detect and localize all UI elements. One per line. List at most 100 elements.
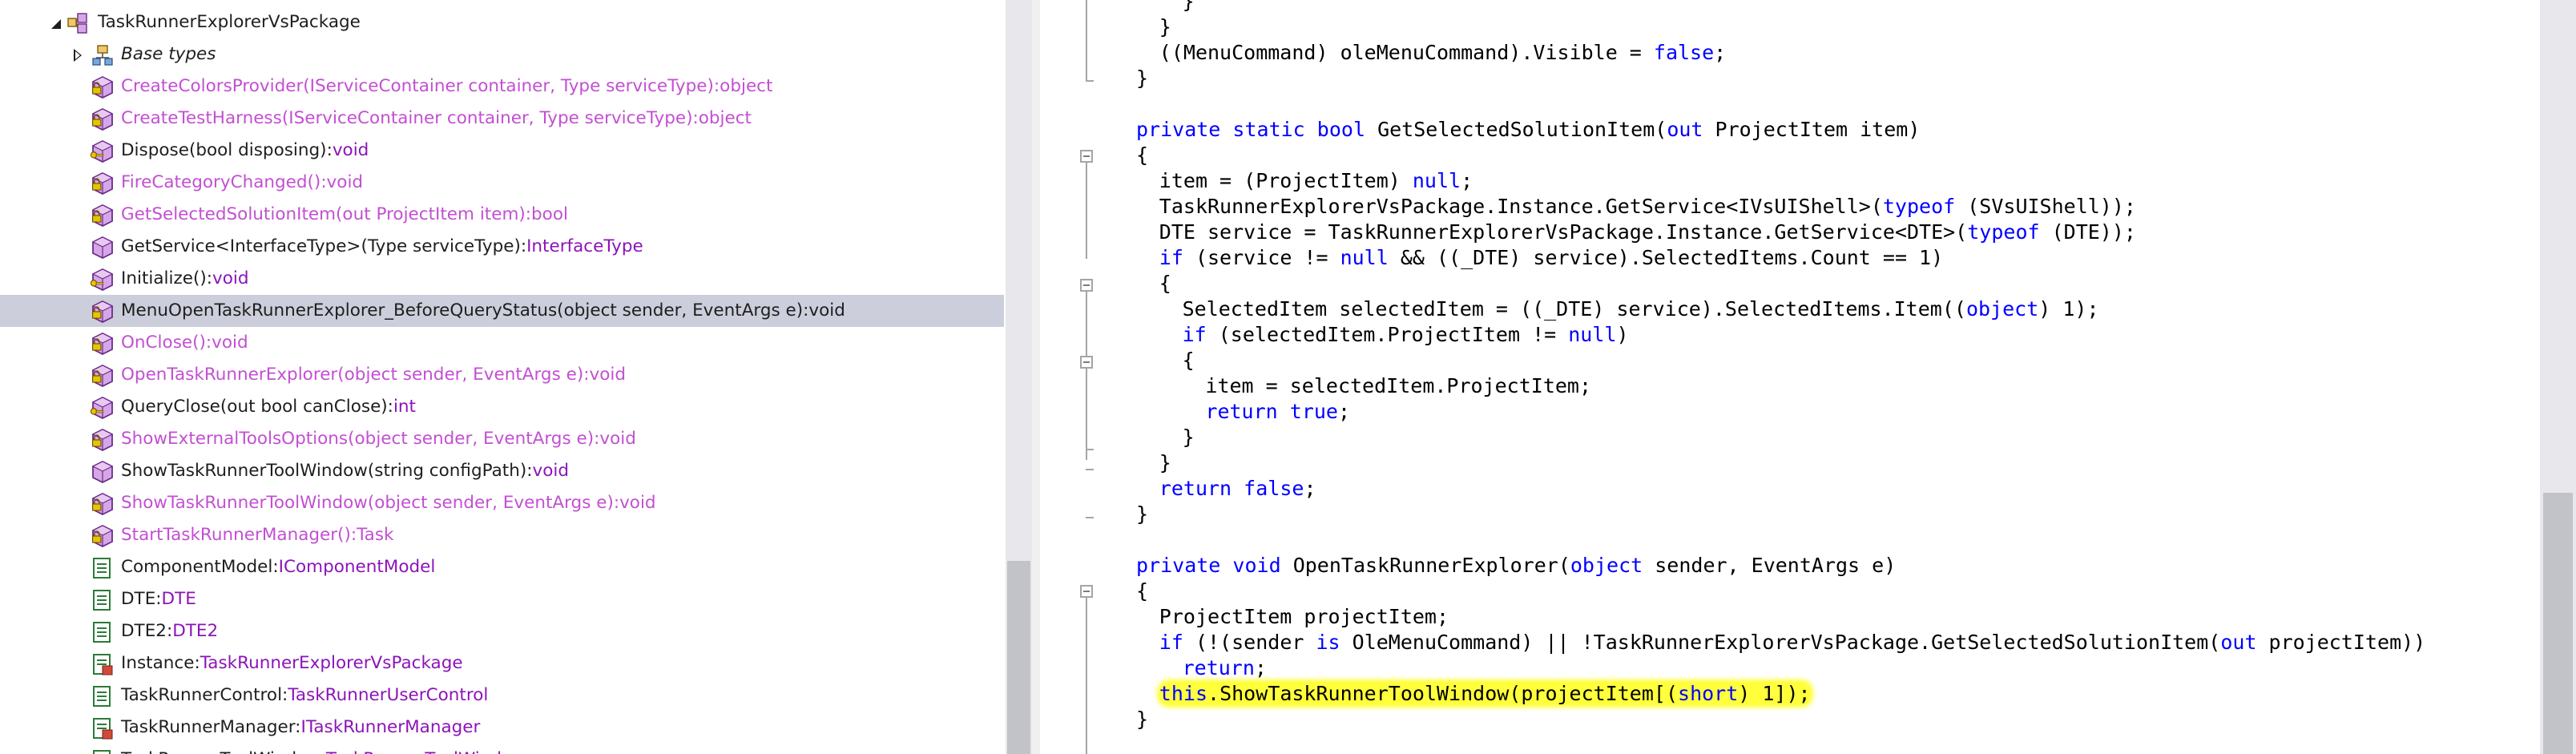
tree-row[interactable]: QueryClose(out bool canClose):int	[0, 391, 1004, 423]
code-keyword: typeof	[1882, 195, 1956, 218]
code-scrollbar-thumb[interactable]	[2543, 493, 2573, 754]
outline-guide	[1086, 0, 1087, 80]
outline-guide	[1086, 469, 1094, 470]
code-line: {	[1183, 348, 1195, 373]
tree-row-label: GetService<InterfaceType>(Type serviceTy…	[121, 231, 643, 263]
collapse-block-icon[interactable]	[1080, 279, 1093, 292]
tree-row-label: ShowExternalToolsOptions(object sender, …	[121, 423, 636, 455]
code-token: projectItem))	[2256, 631, 2426, 654]
label-segment: QueryClose(out bool canClose):	[121, 397, 393, 417]
code-line: return;	[1183, 655, 1267, 681]
tree-row-label: Initialize():void	[121, 263, 249, 295]
code-keyword: private	[1136, 118, 1221, 141]
tree-scrollbar-thumb[interactable]	[1007, 561, 1030, 754]
tree-row[interactable]: DTE:DTE	[0, 583, 1004, 615]
tree-row-label: Instance:TaskRunnerExplorerVsPackage	[121, 647, 463, 679]
code-token: {	[1159, 272, 1171, 295]
tree-row[interactable]: CreateTestHarness(IServiceContainer cont…	[0, 103, 1004, 135]
tree-row[interactable]: ShowExternalToolsOptions(object sender, …	[0, 423, 1004, 455]
collapse-block-icon[interactable]	[1080, 585, 1093, 598]
code-keyword: void	[1232, 554, 1281, 577]
label-segment: InterfaceType	[526, 236, 643, 256]
tree-row[interactable]: DTE2:DTE2	[0, 615, 1004, 647]
tree-row[interactable]: ShowTaskRunnerToolWindow(string configPa…	[0, 455, 1004, 487]
private-method-icon	[91, 492, 115, 516]
tree-row[interactable]: TaskRunnerManager:ITaskRunnerManager	[0, 712, 1004, 744]
label-segment: IComponentModel	[278, 557, 436, 577]
label-segment: StartTaskRunnerManager():Task	[121, 525, 394, 545]
code-keyword: out	[1667, 118, 1703, 141]
label-segment: TaskRunnerToolWindow	[326, 749, 526, 754]
label-segment: CreateTestHarness(IServiceContainer cont…	[121, 108, 752, 128]
code-line: if (selectedItem.ProjectItem != null)	[1183, 322, 1629, 348]
tree-row[interactable]: OnClose():void	[0, 327, 1004, 359]
protected-method-icon	[90, 268, 115, 292]
label-segment: ComponentModel:	[121, 557, 279, 577]
code-token: {	[1182, 349, 1195, 372]
class-member-tree[interactable]: TaskRunnerExplorerVsPackage Base types Cre…	[0, 0, 1006, 754]
collapse-block-icon[interactable]	[1080, 356, 1093, 369]
tree-row[interactable]: TaskRunnerControl:TaskRunnerUserControl	[0, 679, 1004, 712]
label-segment: MenuOpenTaskRunnerExplorer_BeforeQuerySt…	[121, 300, 845, 321]
expand-arrow-icon[interactable]	[51, 19, 61, 29]
static-property-icon	[91, 716, 115, 740]
tree-row[interactable]: Base types	[0, 38, 1004, 71]
code-token: ;	[1254, 656, 1267, 679]
outline-guide	[1086, 449, 1094, 450]
code-keyword: false	[1244, 477, 1304, 500]
code-token: .ShowTaskRunnerToolWindow(projectItem[(	[1207, 682, 1679, 705]
code-token: ;	[1337, 400, 1351, 423]
tree-row[interactable]: FireCategoryChanged():void	[0, 167, 1004, 199]
code-line: ProjectItem projectItem;	[1159, 604, 1449, 630]
tree-row[interactable]: ComponentModel:IComponentModel	[0, 551, 1004, 583]
tree-row[interactable]: Initialize():void	[0, 263, 1004, 295]
tree-row[interactable]: GetService<InterfaceType>(Type serviceTy…	[0, 231, 1004, 263]
code-token: ProjectItem item)	[1703, 118, 1921, 141]
code-keyword: private	[1136, 554, 1221, 577]
tree-row-label: TaskRunnerExplorerVsPackage	[98, 6, 361, 38]
code-line: if (!(sender is OleMenuCommand) || !Task…	[1159, 630, 2425, 655]
collapse-arrow-icon[interactable]	[74, 49, 82, 62]
tree-row-label: TaskRunnerManager:ITaskRunnerManager	[121, 712, 480, 744]
collapse-block-icon[interactable]	[1080, 150, 1093, 163]
tree-row[interactable]: OpenTaskRunnerExplorer(object sender, Ev…	[0, 359, 1004, 391]
tree-row[interactable]: TaskRunnerExplorerVsPackage	[0, 6, 1004, 38]
code-token: (DTE));	[2039, 220, 2136, 244]
tree-row-label: StartTaskRunnerManager():Task	[121, 519, 394, 551]
code-token: }	[1182, 425, 1195, 449]
code-token: ;	[1304, 477, 1316, 500]
tree-row[interactable]: StartTaskRunnerManager():Task	[0, 519, 1004, 551]
tree-row-label: TaskRunnerControl:TaskRunnerUserControl	[121, 679, 488, 712]
code-keyword: null	[1568, 323, 1617, 346]
tree-row[interactable]: Dispose(bool disposing):void	[0, 135, 1004, 167]
private-method-icon	[91, 428, 115, 452]
label-segment: OpenTaskRunnerExplorer(object sender, Ev…	[121, 365, 626, 385]
label-segment: TaskRunnerToolWindow:	[121, 749, 326, 754]
code-line: ((MenuCommand) oleMenuCommand).Visible =…	[1159, 40, 1726, 66]
private-method-icon	[91, 75, 115, 99]
code-token: }	[1136, 67, 1149, 90]
code-token: {	[1136, 143, 1149, 167]
decompiled-code-editor[interactable]: }} ((MenuCommand) oleMenuCommand).Visible…	[1040, 0, 2540, 754]
label-segment: TaskRunnerManager:	[121, 717, 301, 737]
tree-row[interactable]: CreateColorsProvider(IServiceContainer c…	[0, 71, 1004, 103]
code-line: private void OpenTaskRunnerExplorer(obje…	[1136, 553, 1896, 579]
code-line: TaskRunnerExplorerVsPackage.Instance.Get…	[1159, 194, 2136, 220]
tree-row[interactable]: Instance:TaskRunnerExplorerVsPackage	[0, 647, 1004, 679]
tree-row[interactable]: TaskRunnerToolWindow:TaskRunnerToolWindo…	[0, 744, 1004, 754]
code-token: GetSelectedSolutionItem(	[1365, 118, 1667, 141]
pane-splitter[interactable]	[1032, 0, 1040, 754]
outline-guide	[1086, 80, 1094, 82]
tree-row[interactable]: MenuOpenTaskRunnerExplorer_BeforeQuerySt…	[0, 295, 1004, 327]
code-line: return false;	[1159, 476, 1316, 502]
label-segment: DTE2	[172, 621, 219, 641]
tree-row[interactable]: ShowTaskRunnerToolWindow(object sender, …	[0, 487, 1004, 519]
label-segment: void	[332, 140, 369, 160]
property-icon	[91, 588, 115, 612]
private-method-icon	[91, 204, 115, 228]
code-line: this.ShowTaskRunnerToolWindow(projectIte…	[1159, 681, 1811, 707]
tree-row[interactable]: GetSelectedSolutionItem(out ProjectItem …	[0, 199, 1004, 231]
public-method-icon	[91, 236, 115, 260]
